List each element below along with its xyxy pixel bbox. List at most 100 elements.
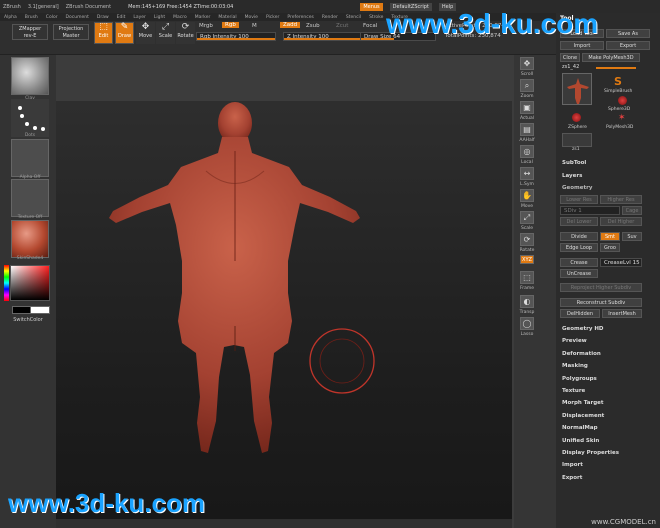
tool-section-item[interactable]: Import: [562, 462, 583, 468]
import-tool-button[interactable]: Import: [560, 41, 604, 50]
tool-polymesh3d[interactable]: PolyMesh3D: [606, 125, 633, 130]
sphere3d-icon[interactable]: [618, 96, 627, 105]
zcut-toggle[interactable]: Zcut: [336, 23, 348, 29]
focal-shift-label[interactable]: Focal: [363, 23, 377, 29]
delhidden-button[interactable]: DelHidden: [560, 309, 600, 318]
menu-item[interactable]: Layer: [133, 15, 146, 20]
tool-section-item[interactable]: Polygroups: [562, 376, 597, 382]
zoom-label: Zoom: [520, 94, 534, 99]
smt-toggle[interactable]: Smt: [600, 232, 620, 241]
reproject-button[interactable]: Reproject Higher Subdiv: [560, 283, 642, 292]
switch-color-button[interactable]: SwitchColor: [4, 317, 52, 323]
tool-section-item[interactable]: Geometry HD: [562, 326, 604, 332]
menu-item[interactable]: Render: [322, 15, 338, 20]
edge-loop-button[interactable]: Edge Loop: [560, 243, 598, 252]
uncrease-button[interactable]: UnCrease: [560, 269, 598, 278]
scale-button[interactable]: ⤢ Scale: [156, 22, 175, 44]
sdiv-slider[interactable]: SDiv 1: [560, 206, 620, 215]
save-as-button[interactable]: Save As: [606, 29, 650, 38]
del-lower-button[interactable]: Del Lower: [560, 217, 598, 226]
tool-zs1[interactable]: zs1: [572, 147, 580, 152]
rgb-intensity-slider[interactable]: Rgb Intensity 100: [196, 32, 276, 41]
menu-item[interactable]: Document: [66, 15, 89, 20]
groo-toggle[interactable]: Groo: [600, 243, 620, 252]
tool-section-item[interactable]: Export: [562, 475, 582, 481]
export-tool-button[interactable]: Export: [606, 41, 650, 50]
cage-button[interactable]: Cage: [622, 206, 642, 215]
menu-item[interactable]: Alpha: [4, 15, 17, 20]
tool-section-item[interactable]: Preview: [562, 338, 587, 344]
xyz-button[interactable]: XYZ: [518, 255, 536, 265]
brush-selector[interactable]: [11, 57, 49, 95]
suv-toggle[interactable]: Suv: [622, 232, 642, 241]
tool-section-item[interactable]: Deformation: [562, 351, 601, 357]
tool-simplebrush[interactable]: SimpleBrush: [604, 89, 632, 94]
lower-res-button[interactable]: Lower Res: [560, 195, 598, 204]
reconstruct-subdiv-button[interactable]: Reconstruct Subdiv: [560, 298, 642, 307]
make-polymesh-button[interactable]: Make PolyMesh3D: [582, 53, 640, 62]
zadd-toggle[interactable]: Zadd: [280, 22, 301, 28]
menu-item[interactable]: Light: [154, 15, 165, 20]
tool-section-item[interactable]: Masking: [562, 363, 588, 369]
menu-item[interactable]: Edit: [117, 15, 126, 20]
subtool-section[interactable]: SubTool: [562, 160, 586, 166]
menu-item[interactable]: Preferences: [287, 15, 313, 20]
tool-thumb-current[interactable]: [562, 73, 592, 105]
insertmesh-button[interactable]: InsertMesh: [602, 309, 642, 318]
secondary-color-swatch[interactable]: [30, 306, 50, 314]
crease-level-slider[interactable]: CreaseLvl 15: [600, 258, 642, 267]
rgb-toggle[interactable]: Rgb: [222, 22, 239, 28]
tool-section-item[interactable]: Displacement: [562, 413, 604, 419]
menu-item[interactable]: Picker: [266, 15, 279, 20]
menu-item[interactable]: Stencil: [346, 15, 361, 20]
move-button[interactable]: ✥ Move: [136, 22, 155, 44]
divide-button[interactable]: Divide: [560, 232, 598, 241]
zsub-toggle[interactable]: Zsub: [306, 23, 320, 29]
zsphere-icon[interactable]: [572, 113, 581, 122]
color-picker[interactable]: [10, 265, 50, 301]
frame-button[interactable]: ⬚ Frame: [518, 271, 536, 297]
texture-selector[interactable]: [11, 179, 49, 217]
crease-button[interactable]: Crease: [560, 258, 598, 267]
geometry-section[interactable]: Geometry: [562, 185, 592, 191]
material-selector[interactable]: [11, 220, 49, 258]
rotate-button[interactable]: ⟳ Rotate: [176, 22, 195, 44]
higher-res-button[interactable]: Higher Res: [600, 195, 642, 204]
m-toggle[interactable]: M: [252, 23, 257, 29]
draw-button[interactable]: ✎ Draw: [115, 22, 134, 44]
lasso-button[interactable]: ◯ Lasso: [518, 317, 536, 343]
alpha-selector[interactable]: [11, 139, 49, 177]
main-color-swatch[interactable]: [12, 306, 32, 314]
menu-item[interactable]: Macro: [173, 15, 187, 20]
menu-item[interactable]: Material: [218, 15, 236, 20]
simplebrush-icon[interactable]: S: [614, 75, 622, 88]
canvas-viewport[interactable]: [56, 101, 512, 519]
mrgb-toggle[interactable]: Mrgb: [199, 23, 213, 29]
z-intensity-slider[interactable]: Z Intensity 100: [283, 32, 363, 41]
tool-section-item[interactable]: NormalMap: [562, 425, 598, 431]
tool-section-item[interactable]: Display Properties: [562, 450, 619, 456]
tool-section-item[interactable]: Unified Skin: [562, 438, 599, 444]
del-higher-button[interactable]: Del Higher: [600, 217, 642, 226]
zs1-thumb[interactable]: [562, 133, 592, 147]
tool-zsphere[interactable]: ZSphere: [568, 125, 587, 130]
zmapper-button[interactable]: ZMapper rev-E: [12, 24, 48, 40]
clone-button[interactable]: Clone: [560, 53, 580, 62]
tool-slider[interactable]: [596, 67, 636, 69]
projection-master-button[interactable]: Projection Master: [53, 24, 89, 40]
menu-item[interactable]: Brush: [25, 15, 38, 20]
stroke-selector[interactable]: [11, 99, 49, 137]
polymesh3d-icon[interactable]: ✶: [618, 113, 626, 123]
menu-item[interactable]: Draw: [97, 15, 109, 20]
layers-section[interactable]: Layers: [562, 173, 582, 179]
tool-section-item[interactable]: Texture: [562, 388, 585, 394]
menu-item[interactable]: Movie: [245, 15, 258, 20]
tool-sphere3d[interactable]: Sphere3D: [608, 107, 630, 112]
menu-item[interactable]: Color: [46, 15, 58, 20]
edit-button[interactable]: ⬚ Edit: [94, 22, 113, 44]
tool-section-item[interactable]: Morph Target: [562, 400, 604, 406]
menus-button[interactable]: Menus: [360, 2, 383, 11]
hue-strip[interactable]: [4, 265, 9, 301]
menu-item[interactable]: Stroke: [369, 15, 383, 20]
menu-item[interactable]: Marker: [195, 15, 211, 20]
